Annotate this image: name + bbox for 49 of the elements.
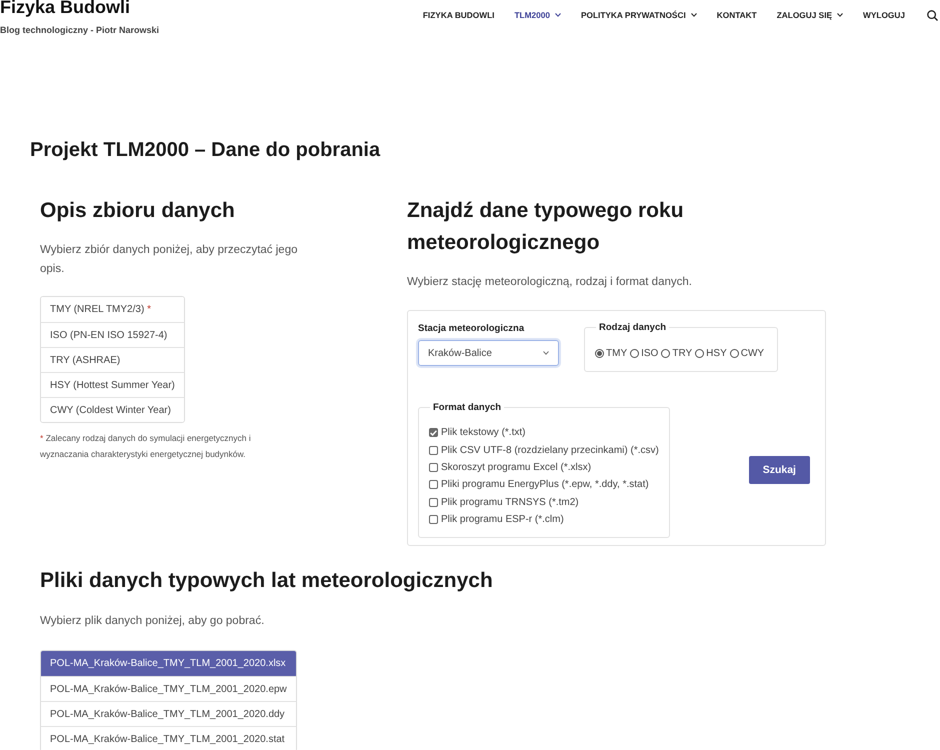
nav-link[interactable]: ZALOGUJ SIĘ	[776, 10, 844, 20]
checkbox-label[interactable]: Pliki programu EnergyPlus (*.epw, *.ddy, *.stat)	[441, 479, 649, 490]
chevron-icon	[543, 351, 549, 355]
radio-label[interactable]: TMY	[606, 348, 628, 359]
radio-button[interactable]	[661, 349, 670, 358]
nav-link[interactable]: FIZYKA BUDOWLI	[422, 10, 494, 20]
section-intro: Wybierz plik danych poniżej, aby go pobrać.	[40, 614, 264, 629]
checkbox[interactable]	[429, 498, 438, 507]
group-legend: Rodzaj danych	[596, 322, 670, 333]
checkbox[interactable]	[429, 515, 438, 524]
dataset-item[interactable]: CWY (Coldest Winter Year)	[41, 397, 184, 422]
group-legend: Format danych	[430, 402, 504, 413]
search-icon[interactable]	[927, 10, 938, 20]
site-tagline: Blog technologiczny - Piotr Narowski	[0, 25, 160, 35]
checkbox-label[interactable]: Plik CSV UTF-8 (rozdzielany przecinkami) (*.csv)	[441, 444, 659, 456]
section-heading: Pliki danych typowych lat meteorologicznych	[40, 568, 493, 594]
nav-link[interactable]: KONTAKT	[716, 10, 757, 20]
page-title: Projekt TLM2000 – Dane do pobrania	[30, 138, 382, 162]
checkbox-label[interactable]: Plik programu ESP-r (*.clm)	[441, 514, 564, 526]
footnote: * Zalecany rodzaj danych do symulacji energetycznych i wyznaczania charakterystyki energetycznej budynków.	[40, 432, 252, 461]
station-select[interactable]: Kraków-Balice	[418, 340, 559, 366]
file-item[interactable]: POL-MA_Kraków-Balice_TMY_TLM_2001_2020.xlsx	[41, 651, 296, 676]
radio-label[interactable]: ISO	[641, 348, 658, 359]
field-label: Stacja meteorologiczna	[418, 322, 526, 336]
site-title[interactable]: Fizyka Budowli	[0, 0, 160, 16]
checkbox[interactable]	[429, 462, 438, 472]
checkbox-label[interactable]: Plik tekstowy (*.txt)	[441, 427, 526, 438]
radio-button[interactable]	[695, 349, 704, 358]
nav-link[interactable]: POLITYKA PRYWATNOŚCI	[580, 10, 697, 20]
radio-label[interactable]: CWY	[740, 348, 764, 359]
radio-label[interactable]: TRY	[672, 348, 692, 359]
checkmark-icon	[430, 430, 437, 436]
nav-link[interactable]: WYLOGUJ	[863, 10, 905, 20]
search-button[interactable]: Szukaj	[748, 456, 810, 484]
checkbox-label[interactable]: Skoroszyt programu Excel (*.xlsx)	[441, 462, 592, 473]
radio-button[interactable]	[730, 349, 739, 358]
section-heading: Opis zbioru danych	[40, 198, 235, 224]
checkbox-label[interactable]: Plik programu TRNSYS (*.tm2)	[441, 496, 579, 508]
checkbox[interactable]	[429, 446, 438, 455]
section-heading: Znajdź dane typowego roku meteorologicznego	[407, 198, 685, 256]
file-item[interactable]: POL-MA_Kraków-Balice_TMY_TLM_2001_2020.stat	[41, 726, 296, 750]
checkbox[interactable]	[429, 428, 438, 438]
section-intro: Wybierz zbiór danych poniżej, aby przeczytać jego opis.	[40, 243, 298, 277]
checkbox[interactable]	[429, 480, 438, 490]
radio-label[interactable]: HSY	[706, 348, 727, 359]
radio-button[interactable]	[630, 349, 640, 358]
nav-link[interactable]: TLM2000	[514, 10, 561, 20]
radio-button[interactable]	[595, 349, 604, 358]
section-intro: Wybierz stację meteorologiczną, rodzaj i format danych.	[407, 275, 692, 290]
